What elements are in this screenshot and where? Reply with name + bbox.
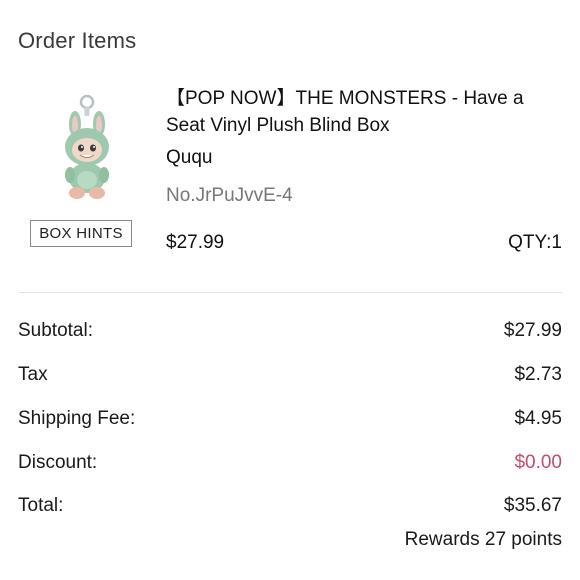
shipping-row: Shipping Fee: $4.95 xyxy=(18,408,562,434)
product-variant: Ququ xyxy=(166,147,213,168)
subtotal-label: Subtotal: xyxy=(18,320,93,341)
divider xyxy=(18,292,562,293)
product-name[interactable]: 【POP NOW】THE MONSTERS - Have a Seat Viny… xyxy=(166,85,566,139)
subtotal-value: $27.99 xyxy=(503,320,562,341)
subtotal-row: Subtotal: $27.99 xyxy=(18,320,562,346)
product-quantity: QTY:1 xyxy=(508,232,562,253)
product-image[interactable] xyxy=(48,92,126,202)
discount-row: Discount: $0.00 xyxy=(18,452,562,478)
discount-value: $0.00 xyxy=(514,452,562,473)
box-hints-button[interactable]: BOX HINTS xyxy=(30,220,132,247)
page-title: Order Items xyxy=(18,28,137,53)
tax-label: Tax xyxy=(18,364,48,385)
rewards-points: Rewards 27 points xyxy=(404,529,562,550)
discount-label: Discount: xyxy=(18,452,98,473)
shipping-value: $4.95 xyxy=(514,408,562,429)
tax-value: $2.73 xyxy=(514,364,562,385)
total-label: Total: xyxy=(18,495,64,516)
total-row: Total: $35.67 xyxy=(18,495,562,521)
product-price: $27.99 xyxy=(166,232,225,253)
plush-figure-image xyxy=(65,94,109,199)
shipping-label: Shipping Fee: xyxy=(18,408,136,429)
total-value: $35.67 xyxy=(503,495,562,516)
tax-row: Tax $2.73 xyxy=(18,364,562,390)
product-sku: No.JrPuJvvE-4 xyxy=(166,185,293,206)
